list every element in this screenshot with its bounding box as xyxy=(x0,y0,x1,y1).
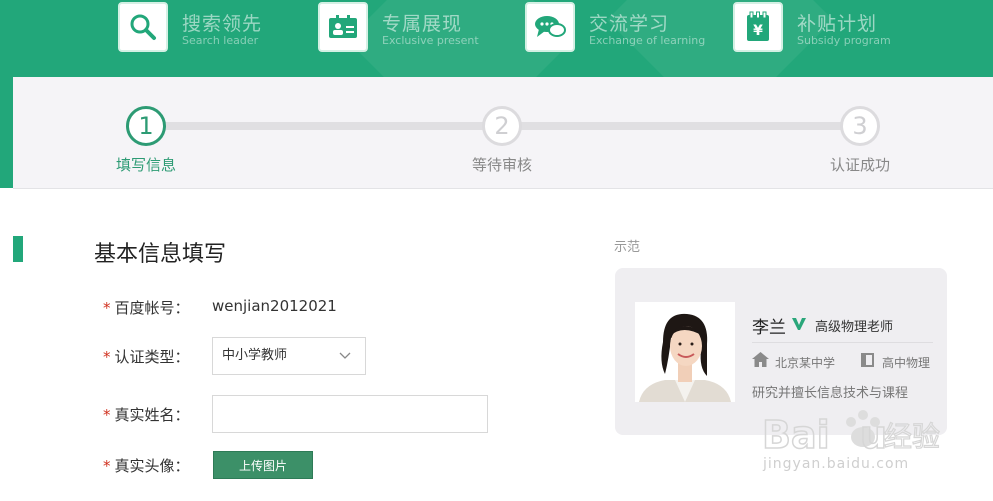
watermark-url: jingyan.baidu.com xyxy=(763,456,910,472)
progress-track xyxy=(146,122,486,130)
required-mark: * xyxy=(103,406,111,424)
step-3-label: 认证成功 xyxy=(829,156,890,174)
section-marker xyxy=(13,236,23,262)
teacher-photo xyxy=(635,302,735,402)
baidu-jingyan-logo: Bai u 经验 xyxy=(761,410,941,458)
subject-name: 高中物理 xyxy=(882,356,931,370)
feature-title: 搜索领先 xyxy=(182,13,263,35)
left-accent-strip xyxy=(0,77,13,188)
home-icon xyxy=(752,352,769,367)
upload-image-button[interactable]: 上传图片 xyxy=(213,451,313,479)
step-2-circle: 2 xyxy=(482,106,522,146)
card-divider xyxy=(752,342,933,343)
verified-v-icon xyxy=(792,318,806,330)
feature-banner: 搜索领先 Search leader 专属展现 Exclusive presen… xyxy=(0,0,993,77)
feature-subtitle: Exclusive present xyxy=(382,34,479,47)
feature-title: 专属展现 xyxy=(382,13,463,35)
book-icon xyxy=(861,353,874,367)
progress-steps: 1 填写信息 2 等待审核 3 认证成功 xyxy=(13,77,993,189)
svg-text:¥: ¥ xyxy=(753,23,763,39)
page: 搜索领先 Search leader 专属展现 Exclusive presen… xyxy=(0,0,993,501)
feature-exchange[interactable]: 交流学习 Exchange of learning xyxy=(525,0,715,56)
feature-subtitle: Subsidy program xyxy=(797,34,891,47)
teacher-title: 高级物理老师 xyxy=(815,320,894,335)
chat-icon xyxy=(525,2,575,52)
select-value: 中小学教师 xyxy=(222,348,288,363)
svg-text:u: u xyxy=(860,413,887,457)
example-label: 示范 xyxy=(614,240,641,255)
required-mark: * xyxy=(103,299,111,317)
svg-text:经验: 经验 xyxy=(884,420,940,453)
feature-subsidy[interactable]: ¥ 补贴计划 Subsidy program xyxy=(733,0,903,56)
name-label: * 真实姓名： xyxy=(103,406,190,424)
yuan-clipboard-icon: ¥ xyxy=(733,2,783,52)
chevron-down-icon xyxy=(339,352,351,359)
step-3-circle: 3 xyxy=(840,106,880,146)
step-2-label: 等待审核 xyxy=(471,156,532,174)
type-label: * 认证类型： xyxy=(103,348,190,366)
feature-subtitle: Exchange of learning xyxy=(589,34,706,47)
school-name: 北京某中学 xyxy=(775,356,836,370)
required-mark: * xyxy=(103,348,111,366)
account-value: wenjian2012021 xyxy=(212,297,337,315)
avatar-label: * 真实头像： xyxy=(103,457,190,475)
feature-title: 补贴计划 xyxy=(797,13,878,35)
feature-subtitle: Search leader xyxy=(182,34,259,47)
step-1-circle: 1 xyxy=(126,106,166,146)
feature-search[interactable]: 搜索领先 Search leader xyxy=(118,0,288,56)
svg-text:Bai: Bai xyxy=(762,413,830,457)
feature-title: 交流学习 xyxy=(589,13,670,35)
form-title: 基本信息填写 xyxy=(94,242,227,267)
teacher-name: 李兰 xyxy=(752,318,786,338)
search-icon xyxy=(118,2,168,52)
id-card-icon xyxy=(318,2,368,52)
account-label: * 百度帐号： xyxy=(103,299,190,317)
feature-exclusive[interactable]: 专属展现 Exclusive present xyxy=(318,0,498,56)
step-1-label: 填写信息 xyxy=(115,156,176,174)
certification-type-select[interactable]: 中小学教师 xyxy=(212,337,366,375)
required-mark: * xyxy=(103,457,111,475)
progress-track xyxy=(521,122,841,130)
real-name-input[interactable] xyxy=(212,395,488,433)
